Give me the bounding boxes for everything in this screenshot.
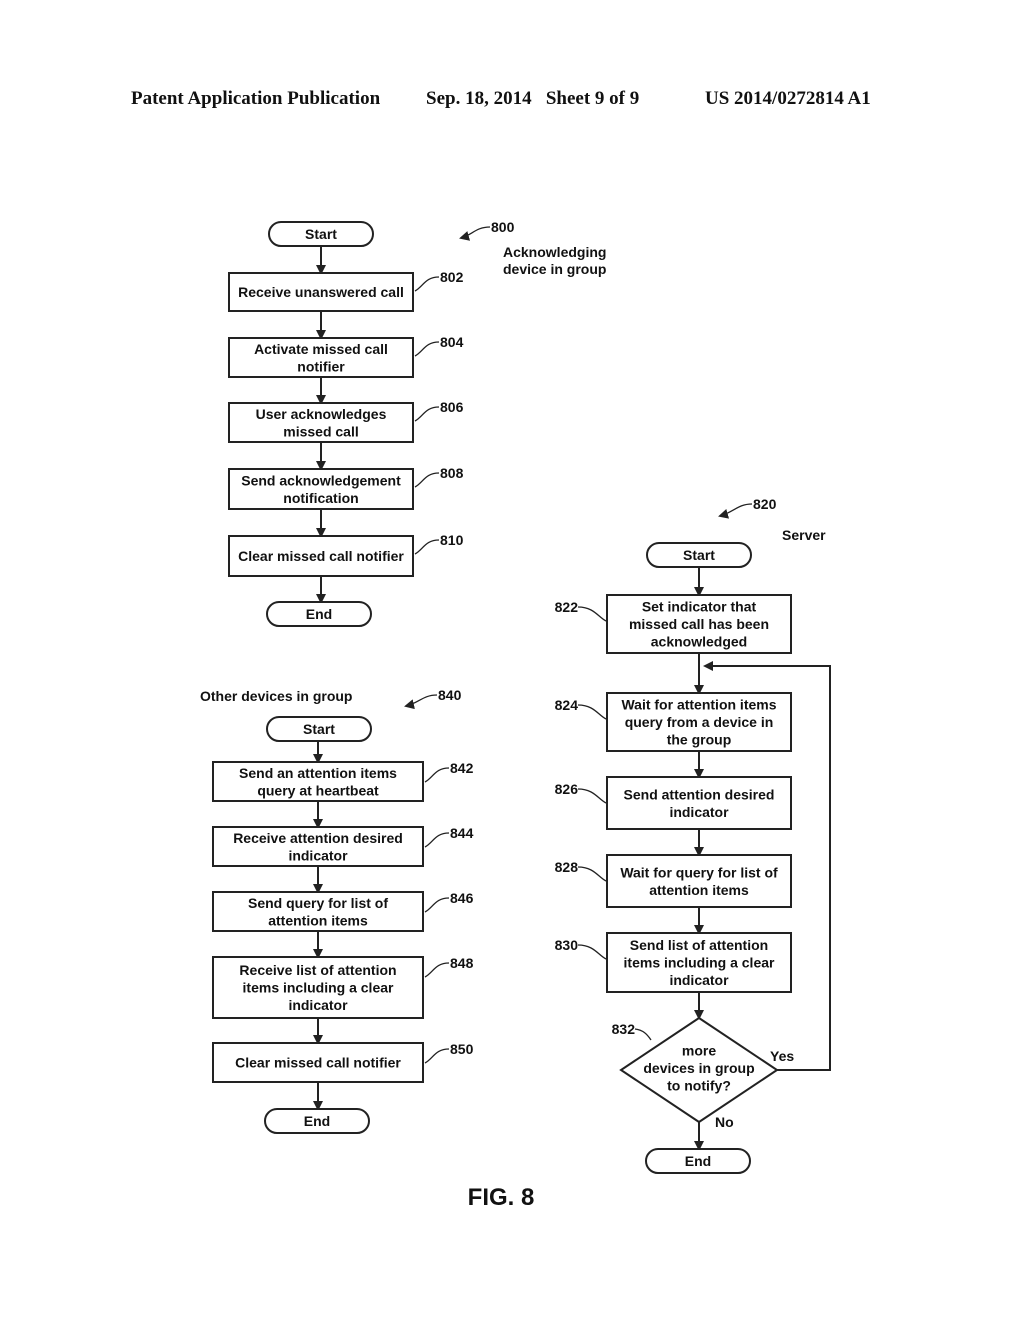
other-step-848-line: items including a clear [243,980,394,996]
ack-step-808-line: notification [283,490,358,506]
server-step-830-line: indicator [669,972,729,988]
server-step-ref-830-leader [577,944,607,960]
ack-step-802-line: Receive unanswered call [238,284,404,300]
other-step-ref-844: 844 [450,825,474,841]
other-step-ref-848: 848 [450,955,474,971]
server-step-828-line: Wait for query for list of [620,864,778,880]
server-step-826-line: indicator [669,804,729,820]
ack-flow-title: Acknowledging [503,244,606,260]
ack-step-804-line: Activate missed call [254,341,388,357]
decision-ref-leader [634,1028,652,1041]
ack-step-ref-808-leader [414,472,440,488]
server-step-ref-824: 824 [555,697,579,713]
other-flow-ref: 840 [438,687,462,703]
server-start-terminal: Start [646,542,752,568]
server-flow-ref: 820 [753,496,777,512]
server-step-ref-828: 828 [555,859,579,875]
ack-flow-ref: 800 [491,219,515,235]
other-step-ref-842-leader [424,767,450,783]
server-step-ref-826: 826 [555,781,579,797]
server-step-826-line: Send attention desired [624,786,775,802]
no-label: No [715,1114,734,1130]
ack-step-ref-804-leader [414,341,440,357]
ack-flow-title: device in group [503,261,606,277]
other-step-842-line: Send an attention items [239,765,397,781]
other-step-ref-846-leader [424,897,450,913]
ack-step-ref-810-leader [414,539,440,555]
decision-text-line: to notify? [667,1078,731,1094]
other-step-ref-844-leader [424,832,450,848]
other-step-ref-842: 842 [450,760,474,776]
server-step-830-line: items including a clear [624,955,775,971]
server-end-terminal-label: End [685,1153,711,1169]
other-step-848-line: indicator [288,997,348,1013]
other-step-ref-846: 846 [450,890,474,906]
server-step-822-line: missed call has been [629,616,769,632]
figure-label: FIG. 8 [468,1184,535,1211]
flowchart-diagram: Start 800 Acknowledgingdevice in group Rece… [200,219,831,1211]
other-step-ref-850: 850 [450,1041,474,1057]
server-step-822-line: Set indicator that [642,599,757,615]
ack-step-ref-802: 802 [440,269,464,285]
ack-end-terminal-label: End [306,606,332,622]
ack-start-terminal: Start [268,221,374,247]
ack-step-804-line: notifier [297,358,345,374]
ack-end-terminal: End [266,601,372,627]
ack-step-ref-808: 808 [440,465,464,481]
other-flow-title: Other devices in group [200,688,352,704]
ack-start-terminal-label: Start [305,226,337,242]
other-step-850-line: Clear missed call notifier [235,1055,401,1071]
other-step-844-line: indicator [288,847,348,863]
other-step-842-line: query at heartbeat [257,782,379,798]
server-step-ref-822: 822 [555,599,579,615]
ack-step-810-line: Clear missed call notifier [238,548,404,564]
server-step-822-line: acknowledged [651,634,747,650]
ack-step-ref-806: 806 [440,399,464,415]
ack-step-806-line: missed call [283,423,359,439]
decision-ref: 832 [612,1021,636,1037]
server-flow-ref-pointer [718,503,753,519]
server-step-824-line: query from a device in [625,714,774,730]
ack-step-808-line: Send acknowledgement [241,472,401,488]
other-step-846-line: Send query for list of [248,895,388,911]
server-step-ref-828-leader [577,866,607,882]
ack-step-806-line: User acknowledges [256,406,387,422]
other-step-844-line: Receive attention desired [233,830,403,846]
ack-step-ref-810: 810 [440,532,464,548]
other-step-848-line: Receive list of attention [239,962,396,978]
other-step-ref-850-leader [424,1048,450,1064]
server-flow-title: Server [782,527,826,543]
server-step-830-line: Send list of attention [630,937,768,953]
server-step-824-line: Wait for attention items [621,697,776,713]
other-start-terminal-label: Start [303,721,335,737]
server-step-ref-830: 830 [555,937,579,953]
other-step-ref-848-leader [424,962,450,978]
server-start-terminal-label: Start [683,547,715,563]
decision-text-line: devices in group [643,1060,754,1076]
server-end-terminal: End [645,1148,751,1174]
ack-flow-ref-pointer [459,226,491,241]
decision-text-line: more [682,1043,716,1059]
yes-label: Yes [770,1048,794,1064]
server-step-828-line: attention items [649,882,749,898]
ack-step-ref-802-leader [414,276,440,292]
server-step-ref-822-leader [577,606,607,622]
ack-step-ref-804: 804 [440,334,464,350]
other-end-terminal: End [264,1108,370,1134]
server-step-ref-826-leader [577,788,607,804]
other-step-846-line: attention items [268,912,368,928]
other-flow-ref-pointer [404,694,438,710]
other-end-terminal-label: End [304,1113,330,1129]
server-step-ref-824-leader [577,704,607,720]
other-start-terminal: Start [266,716,372,742]
ack-step-ref-806-leader [414,406,440,422]
server-step-824-line: the group [667,732,732,748]
